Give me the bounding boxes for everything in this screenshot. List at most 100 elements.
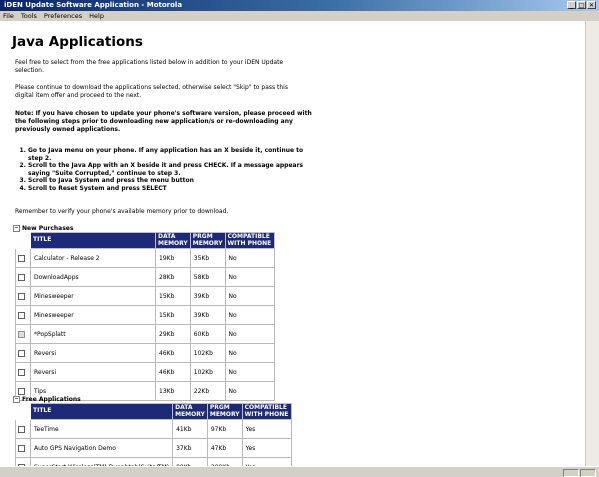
- checkbox-column-header: [15, 232, 31, 249]
- prgm-memory-cell: 35Kb: [189, 248, 226, 268]
- select-checkbox[interactable]: [18, 349, 25, 357]
- menu-bar: File Tools Preferences Help: [0, 11, 599, 21]
- compatible-cell: Yes: [241, 419, 292, 439]
- table-row: Reversi 46Kb 102Kb No: [15, 343, 275, 363]
- data-memory-cell: 15Kb: [155, 305, 191, 325]
- data-memory-cell: 41Kb: [172, 419, 208, 439]
- content-area: Java Applications Feel free to select fr…: [0, 21, 585, 466]
- table-row: TeeTime 41Kb 97Kb Yes: [15, 419, 292, 439]
- free-applications-label: Free Applications: [22, 396, 81, 403]
- table-row: SuperStart Wireless(TM) Dunabtab(Suite/T…: [15, 457, 292, 466]
- table-row: Reversi 46Kb 102Kb No: [15, 362, 275, 382]
- checkbox-cell: [15, 267, 31, 287]
- data-memory-cell: 29Kb: [155, 324, 191, 344]
- data-memory-column-header: DATA MEMORY: [155, 232, 191, 249]
- status-panel: [580, 469, 596, 477]
- vertical-scrollbar[interactable]: [585, 21, 599, 466]
- prgm-memory-cell: 58Kb: [189, 267, 226, 287]
- app-title-cell: DownloadApps: [30, 267, 156, 287]
- prgm-memory-cell: 60Kb: [189, 324, 226, 344]
- data-memory-cell: 15Kb: [155, 286, 191, 306]
- checkbox-column-header: [15, 403, 31, 420]
- compatible-cell: No: [224, 381, 275, 401]
- page-title: Java Applications: [12, 34, 143, 50]
- app-title-cell: Minesweeper: [30, 305, 156, 325]
- table-row: Minesweeper 15Kb 39Kb No: [15, 305, 275, 325]
- checkbox-cell: [15, 343, 31, 363]
- new-purchases-header[interactable]: − New Purchases: [13, 225, 73, 232]
- data-memory-cell: 37Kb: [172, 438, 208, 458]
- collapse-icon[interactable]: −: [13, 396, 20, 403]
- menu-preferences[interactable]: Preferences: [44, 11, 82, 21]
- data-memory-cell: 19Kb: [155, 248, 191, 268]
- app-title-cell: *PopSplatt: [30, 324, 156, 344]
- prgm-memory-cell: 102Kb: [189, 343, 226, 363]
- data-memory-cell: 28Kb: [155, 267, 191, 287]
- prgm-memory-cell: 39Kb: [189, 286, 226, 306]
- menu-help[interactable]: Help: [89, 11, 104, 21]
- prgm-memory-cell: 47Kb: [206, 438, 243, 458]
- free-applications-table: TITLE DATA MEMORY PRGM MEMORY COMPATIBLE…: [15, 403, 292, 466]
- data-memory-cell: 46Kb: [155, 343, 191, 363]
- update-note: Note: If you have chosen to update your …: [15, 110, 312, 133]
- select-checkbox[interactable]: [18, 292, 25, 300]
- app-title-cell: SuperStart Wireless(TM) Dunabtab(Suite/T…: [29, 457, 174, 466]
- window-title: iDEN Update Software Application - Motor…: [4, 1, 183, 9]
- select-checkbox[interactable]: [18, 254, 25, 262]
- prgm-memory-cell: 200Kb: [206, 457, 243, 466]
- prgm-memory-cell: 22Kb: [189, 381, 226, 401]
- app-title-cell: TeeTime: [29, 419, 174, 439]
- table-header-row: TITLE DATA MEMORY PRGM MEMORY COMPATIBLE…: [15, 403, 292, 420]
- close-button[interactable]: ✕: [587, 1, 596, 9]
- checkbox-cell: [15, 324, 31, 344]
- select-checkbox[interactable]: [18, 425, 25, 433]
- app-title-cell: Auto GPS Navigation Demo: [29, 438, 174, 458]
- data-memory-cell: 13Kb: [155, 381, 191, 401]
- window-titlebar: iDEN Update Software Application - Motor…: [0, 0, 599, 11]
- compatible-cell: No: [224, 305, 275, 325]
- compatible-column-header: COMPATIBLE WITH PHONE: [224, 232, 275, 249]
- new-purchases-table: TITLE DATA MEMORY PRGM MEMORY COMPATIBLE…: [15, 232, 275, 401]
- data-memory-cell: 80Kb: [172, 457, 208, 466]
- prgm-memory-cell: 39Kb: [189, 305, 226, 325]
- step-item: Scroll to Java System and press the menu…: [28, 177, 318, 185]
- minimize-button[interactable]: _: [567, 1, 576, 9]
- new-purchases-rows: Calculator - Release 2 19Kb 35Kb No Download…: [15, 248, 275, 401]
- app-title-cell: Minesweeper: [30, 286, 156, 306]
- menu-file[interactable]: File: [3, 11, 14, 21]
- table-row: *PopSplatt 29Kb 60Kb No: [15, 324, 275, 344]
- window-controls: _ □ ✕: [567, 1, 596, 9]
- select-checkbox[interactable]: [18, 387, 25, 395]
- status-panel: [563, 469, 579, 477]
- compatible-cell: No: [224, 248, 275, 268]
- compatible-cell: No: [224, 267, 275, 287]
- free-applications-rows: TeeTime 41Kb 97Kb Yes Auto GPS Navigation De…: [15, 419, 292, 466]
- free-applications-header[interactable]: − Free Applications: [13, 396, 81, 403]
- select-checkbox[interactable]: [18, 444, 25, 452]
- app-title-cell: Reversi: [30, 343, 156, 363]
- title-column-header: TITLE: [29, 403, 174, 420]
- step-item: Go to Java menu on your phone. If any ap…: [28, 147, 318, 162]
- compatible-cell: Yes: [241, 438, 292, 458]
- title-column-header: TITLE: [30, 232, 156, 249]
- maximize-button[interactable]: □: [577, 1, 586, 9]
- select-checkbox[interactable]: [18, 311, 25, 319]
- collapse-icon[interactable]: −: [13, 225, 20, 232]
- checkbox-cell: [15, 248, 31, 268]
- status-bar: [0, 466, 599, 477]
- prgm-memory-cell: 97Kb: [206, 419, 243, 439]
- data-memory-cell: 46Kb: [155, 362, 191, 382]
- step-item: Scroll to the Java App with an X beside …: [28, 162, 318, 177]
- checkbox-cell: [15, 362, 31, 382]
- table-row: DownloadApps 28Kb 58Kb No: [15, 267, 275, 287]
- checkbox-cell: [15, 286, 31, 306]
- checkbox-cell: [15, 457, 31, 466]
- select-checkbox[interactable]: [18, 273, 25, 281]
- table-row: Calculator - Release 2 19Kb 35Kb No: [15, 248, 275, 268]
- select-checkbox[interactable]: [18, 368, 25, 376]
- menu-tools[interactable]: Tools: [21, 11, 37, 21]
- table-header-row: TITLE DATA MEMORY PRGM MEMORY COMPATIBLE…: [15, 232, 275, 249]
- compatible-cell: No: [224, 362, 275, 382]
- select-checkbox[interactable]: [18, 330, 25, 338]
- table-row: Minesweeper 15Kb 39Kb No: [15, 286, 275, 306]
